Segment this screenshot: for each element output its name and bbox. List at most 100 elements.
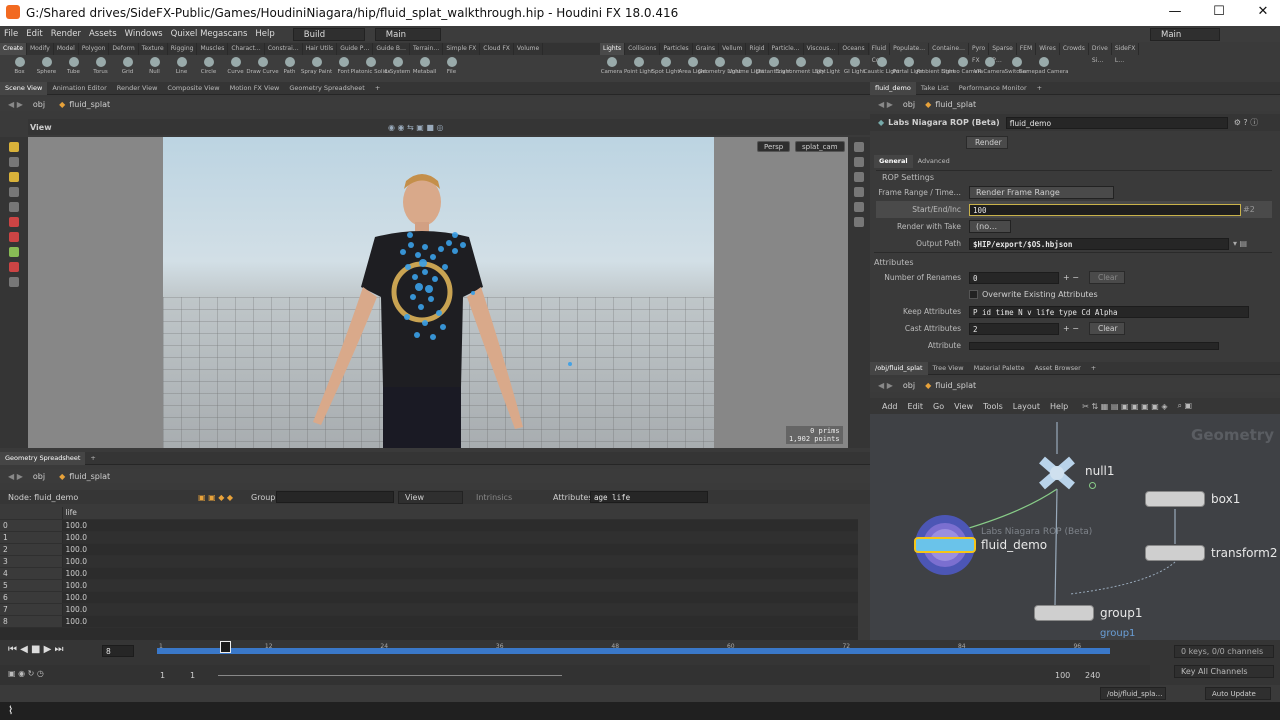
shelf-tab[interactable]: Texture bbox=[139, 43, 168, 55]
attributes-filter-field[interactable]: age life bbox=[590, 491, 708, 503]
plus-minus-icon-2[interactable]: + − bbox=[1063, 324, 1079, 333]
plus-minus-icon[interactable]: + − bbox=[1063, 273, 1079, 282]
add-tab-icon-2[interactable]: + bbox=[85, 452, 100, 465]
shelf-tab[interactable]: Volume bbox=[514, 43, 544, 55]
shading-icon[interactable] bbox=[854, 172, 864, 182]
add-tab-icon[interactable]: + bbox=[370, 82, 385, 95]
node-name-field[interactable]: fluid_demo bbox=[1005, 116, 1228, 129]
range-start-2[interactable]: 1 bbox=[190, 671, 195, 680]
shelf-tab[interactable]: Grains bbox=[693, 43, 720, 55]
shelf-tab[interactable]: SideFX L… bbox=[1112, 43, 1140, 64]
select-tool-icon[interactable] bbox=[9, 142, 19, 152]
add-tab-icon-4[interactable]: + bbox=[1086, 362, 1101, 375]
shelf-tab[interactable]: Collisions bbox=[625, 43, 661, 55]
camera-tool-icon[interactable] bbox=[9, 247, 19, 257]
null-node-label[interactable]: null1 bbox=[1085, 464, 1115, 478]
spreadsheet-path-obj[interactable]: obj bbox=[33, 472, 45, 481]
network-menu-view[interactable]: View bbox=[954, 402, 973, 411]
shelf-tool[interactable]: Null bbox=[141, 56, 168, 75]
playhead[interactable] bbox=[220, 641, 231, 653]
table-row[interactable]: 8 100.0 bbox=[0, 615, 858, 628]
tab-network-path[interactable]: /obj/fluid_splat bbox=[870, 361, 928, 375]
shelf-tab[interactable]: Polygon bbox=[79, 43, 110, 55]
lighting-icon[interactable] bbox=[854, 157, 864, 167]
shelf-tool[interactable]: Curve bbox=[222, 56, 249, 75]
shelf-tab[interactable]: Drive Si… bbox=[1089, 43, 1112, 64]
take-dropdown[interactable]: (no… bbox=[969, 220, 1011, 233]
shelf-tab[interactable]: Rigging bbox=[168, 43, 198, 55]
view-icon[interactable] bbox=[9, 277, 19, 287]
shelf-tab[interactable]: Wires bbox=[1036, 43, 1060, 55]
table-row[interactable]: 3 100.0 bbox=[0, 555, 858, 568]
transform-node-label[interactable]: transform2 bbox=[1211, 546, 1277, 560]
shelf-tool[interactable]: Circle bbox=[195, 56, 222, 75]
table-row[interactable]: 2 100.0 bbox=[0, 543, 858, 556]
camera-menu[interactable]: splat_cam bbox=[795, 141, 845, 152]
shelf-tab[interactable]: Constrai… bbox=[265, 43, 303, 55]
tab-take-list[interactable]: Take List bbox=[916, 82, 954, 95]
back-arrow-icon[interactable]: ◀ ▶ bbox=[8, 100, 23, 109]
tab-asset-browser[interactable]: Asset Browser bbox=[1030, 362, 1086, 375]
tab-scene-view[interactable]: Scene View bbox=[0, 81, 48, 95]
search-icon[interactable]: ⌕ ▣ bbox=[1178, 401, 1193, 411]
shelf-tool[interactable]: Sky Light bbox=[814, 56, 841, 75]
camera-icon[interactable] bbox=[854, 217, 864, 227]
column-header-life[interactable]: life bbox=[61, 507, 119, 520]
range-end-2[interactable]: 240 bbox=[1085, 671, 1100, 680]
auto-update-dropdown[interactable]: Auto Update bbox=[1205, 687, 1271, 700]
frame-range-dropdown[interactable]: Render Frame Range bbox=[969, 186, 1114, 199]
tab-composite-view[interactable]: Composite View bbox=[162, 82, 224, 95]
table-row[interactable]: 6 100.0 bbox=[0, 591, 858, 604]
shelf-tab[interactable]: Guide B… bbox=[373, 43, 410, 55]
shelf-tab[interactable]: Charact… bbox=[228, 43, 265, 55]
box-node[interactable] bbox=[1145, 491, 1205, 507]
shelf-tool[interactable]: Camera bbox=[598, 56, 625, 75]
shelf-tool[interactable]: Path bbox=[276, 56, 303, 75]
shelf-tool[interactable]: Sphere bbox=[33, 56, 60, 75]
shelf-tool[interactable]: Platonic Solids bbox=[351, 56, 390, 75]
timeline-bar[interactable] bbox=[157, 648, 1110, 654]
persp-menu[interactable]: Persp bbox=[757, 141, 791, 152]
current-frame-field[interactable]: 8 bbox=[102, 645, 134, 657]
shelf-tab[interactable]: Sparse P… bbox=[989, 43, 1017, 64]
gear-icon[interactable]: ⚙ ? ⓘ bbox=[1234, 117, 1259, 128]
desktop-right-dropdown[interactable]: Main bbox=[1150, 27, 1220, 41]
range-start[interactable]: 1 bbox=[160, 671, 165, 680]
magnet-icon[interactable] bbox=[9, 232, 19, 242]
shelf-tool[interactable]: Metaball bbox=[411, 56, 438, 75]
maximize-button[interactable]: ☐ bbox=[1204, 4, 1234, 19]
menu-edit[interactable]: Edit bbox=[26, 29, 42, 39]
brush-icon[interactable] bbox=[9, 262, 19, 272]
shelf-tab[interactable]: Simple FX bbox=[443, 43, 481, 55]
shelf-tool[interactable]: Line bbox=[168, 56, 195, 75]
start-end-inc-field[interactable]: 100 bbox=[969, 203, 1241, 216]
network-tool-icons[interactable]: ✂ ⇅ ▦ ▤ ▣ ▣ ▣ ▣ ◈ bbox=[1082, 402, 1167, 411]
tab-motion-fx-view[interactable]: Motion FX View bbox=[225, 82, 285, 95]
file-browse-icon[interactable]: ▾ ▤ bbox=[1233, 239, 1247, 248]
display-icon[interactable] bbox=[854, 142, 864, 152]
output-path-field[interactable]: $HIP/export/$OS.hbjson bbox=[969, 237, 1229, 250]
shelf-tab[interactable]: Viscous… bbox=[804, 43, 840, 55]
group-node-label-2[interactable]: group1 bbox=[1100, 628, 1135, 639]
shelf-tab[interactable]: Lights an… bbox=[600, 43, 626, 64]
close-button[interactable]: ✕ bbox=[1248, 4, 1278, 19]
shelf-tool[interactable]: Point Light bbox=[624, 56, 653, 75]
renames-field[interactable]: 0 bbox=[969, 271, 1059, 284]
attribute-dropdown[interactable] bbox=[969, 341, 1219, 350]
shelf-tool[interactable]: Stereo Camera bbox=[942, 56, 983, 75]
shelf-tab[interactable]: Particle… bbox=[769, 43, 804, 55]
shelf-tab[interactable]: Guide P… bbox=[337, 43, 374, 55]
component-mode-icons[interactable]: ▣ ▣ ◆ ◆ bbox=[198, 493, 233, 502]
rop-node-label[interactable]: fluid_demo bbox=[981, 538, 1047, 552]
keys-channels-dropdown[interactable]: 0 keys, 0/0 channels bbox=[1174, 645, 1274, 658]
playback-controls[interactable]: ⏮ ◀ ■ ▶ ⏭ bbox=[8, 644, 64, 655]
shelf-tab[interactable]: Modify bbox=[27, 43, 54, 55]
tab-performance-monitor[interactable]: Performance Monitor bbox=[954, 82, 1032, 95]
status-path[interactable]: /obj/fluid_spla… bbox=[1100, 687, 1166, 700]
tab-tree-view[interactable]: Tree View bbox=[928, 362, 969, 375]
path-node[interactable]: fluid_splat bbox=[69, 100, 110, 109]
overwrite-checkbox[interactable] bbox=[969, 290, 978, 299]
menu-help[interactable]: Help bbox=[255, 29, 274, 39]
clear-button-2[interactable]: Clear bbox=[1088, 322, 1125, 335]
param-path-node[interactable]: fluid_splat bbox=[935, 100, 976, 109]
